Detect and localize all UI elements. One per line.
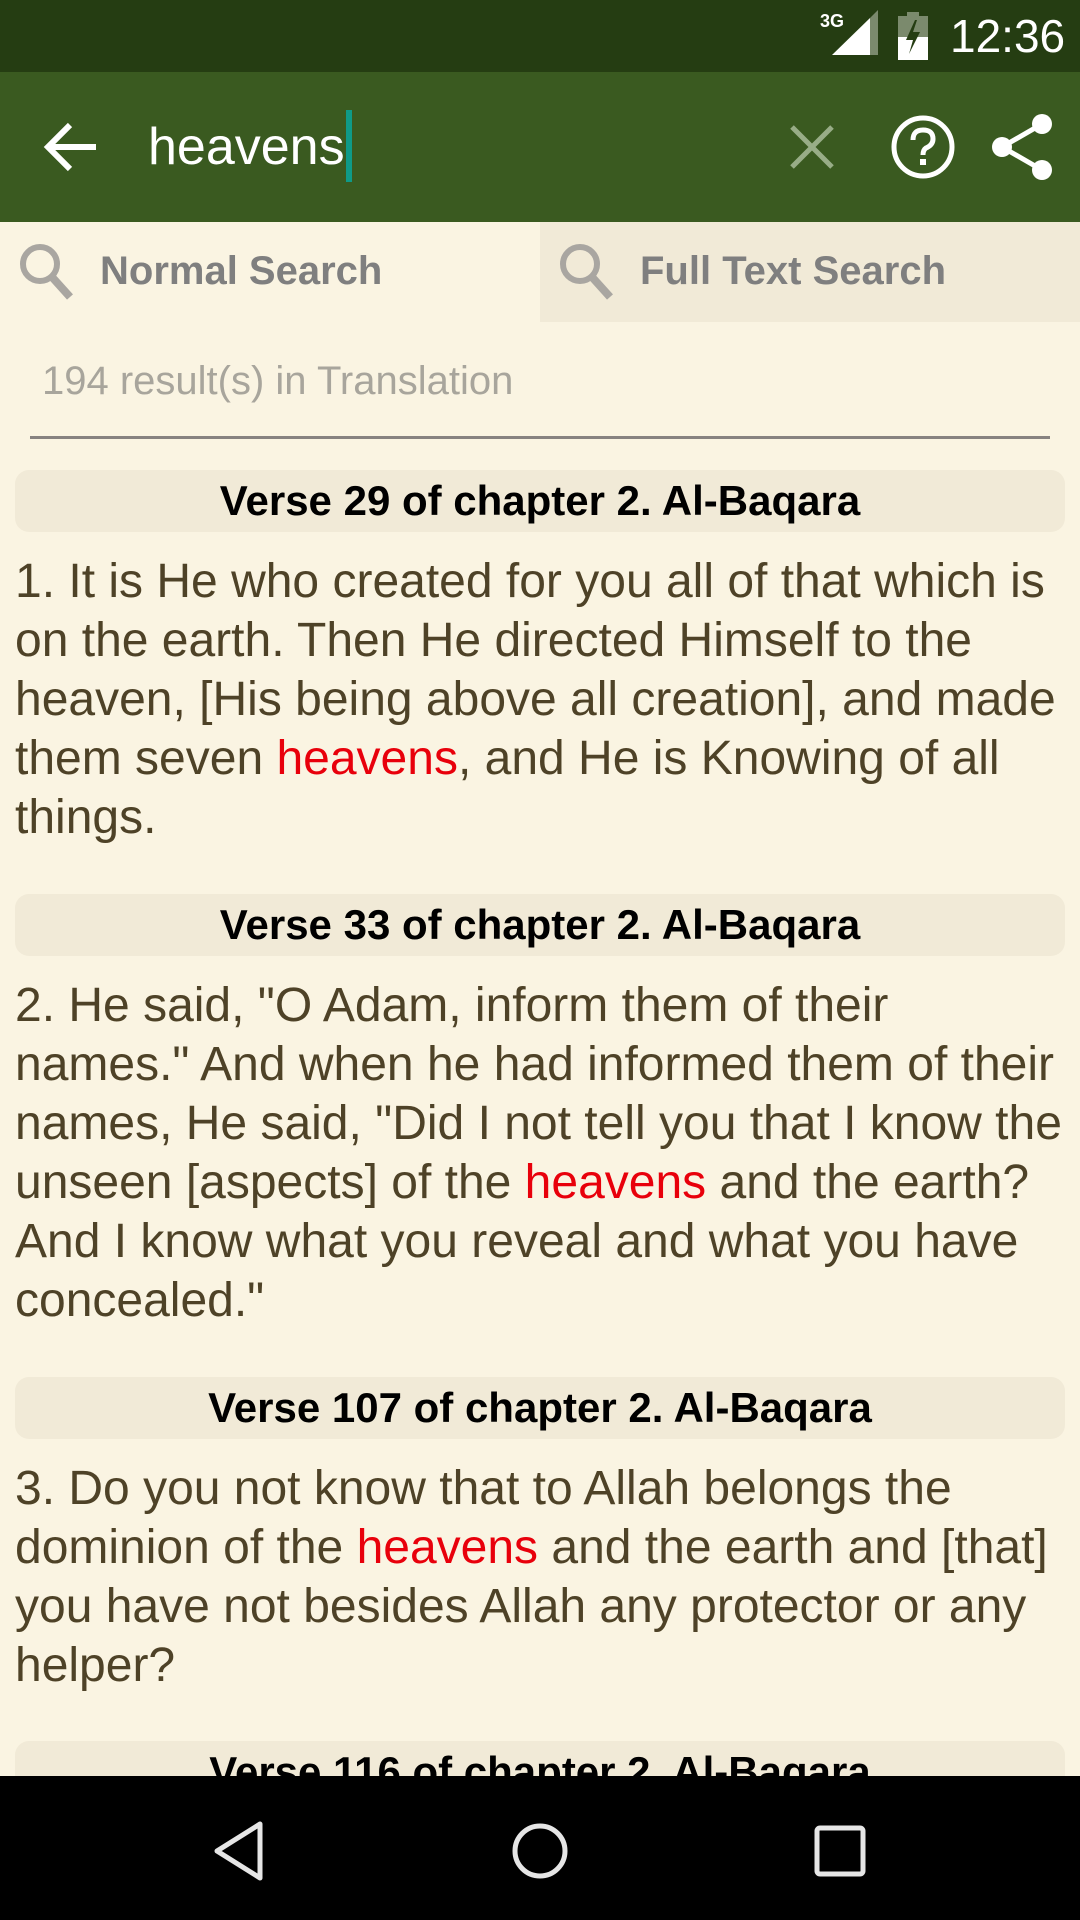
nav-back-icon[interactable] (205, 1816, 275, 1886)
nav-home-icon[interactable] (505, 1816, 575, 1886)
search-match-highlight: heavens (524, 1156, 707, 1209)
tab-full-text-search[interactable]: Full Text Search (540, 222, 1080, 322)
tab-label: Full Text Search (640, 249, 947, 293)
search-toolbar: heavens (0, 72, 1080, 222)
status-bar: 3G 12:36 (0, 0, 1080, 72)
verse-text[interactable]: 2. He said, "O Adam, inform them of thei… (15, 976, 1075, 1330)
arrow-left-icon[interactable] (40, 117, 100, 177)
share-icon[interactable] (990, 112, 1056, 182)
search-input[interactable]: heavens (148, 110, 748, 184)
nav-recents-icon[interactable] (805, 1816, 875, 1886)
result-count: 194 result(s) in Translation (42, 359, 514, 403)
search-icon (560, 244, 613, 300)
tab-label: Normal Search (100, 249, 383, 293)
search-match-highlight: heavens (356, 1521, 539, 1574)
search-query: heavens (148, 118, 345, 176)
verse-text[interactable]: 1. It is He who created for you all of t… (15, 552, 1075, 847)
verse-text[interactable]: 3. Do you not know that to Allah belongs… (15, 1459, 1075, 1695)
text-caret (345, 110, 352, 182)
verse-header[interactable]: Verse 33 of chapter 2. Al-Baqara (15, 894, 1065, 956)
search-match-highlight: heavens (276, 732, 458, 785)
help-circle-icon[interactable] (890, 114, 956, 180)
verse-header[interactable]: Verse 107 of chapter 2. Al-Baqara (15, 1377, 1065, 1439)
search-mode-tabs: Normal Search Full Text Search (0, 222, 1080, 322)
search-icon (20, 244, 73, 300)
close-icon[interactable] (784, 119, 840, 175)
verse-header[interactable]: Verse 29 of chapter 2. Al-Baqara (15, 470, 1065, 532)
system-nav-bar (0, 1776, 1080, 1920)
network-type: 3G (820, 11, 844, 31)
battery-charging-icon (898, 12, 928, 60)
signal-icon: 3G (820, 10, 878, 55)
clock: 12:36 (950, 10, 1066, 62)
divider (30, 436, 1050, 439)
tab-normal-search[interactable]: Normal Search (0, 222, 540, 322)
